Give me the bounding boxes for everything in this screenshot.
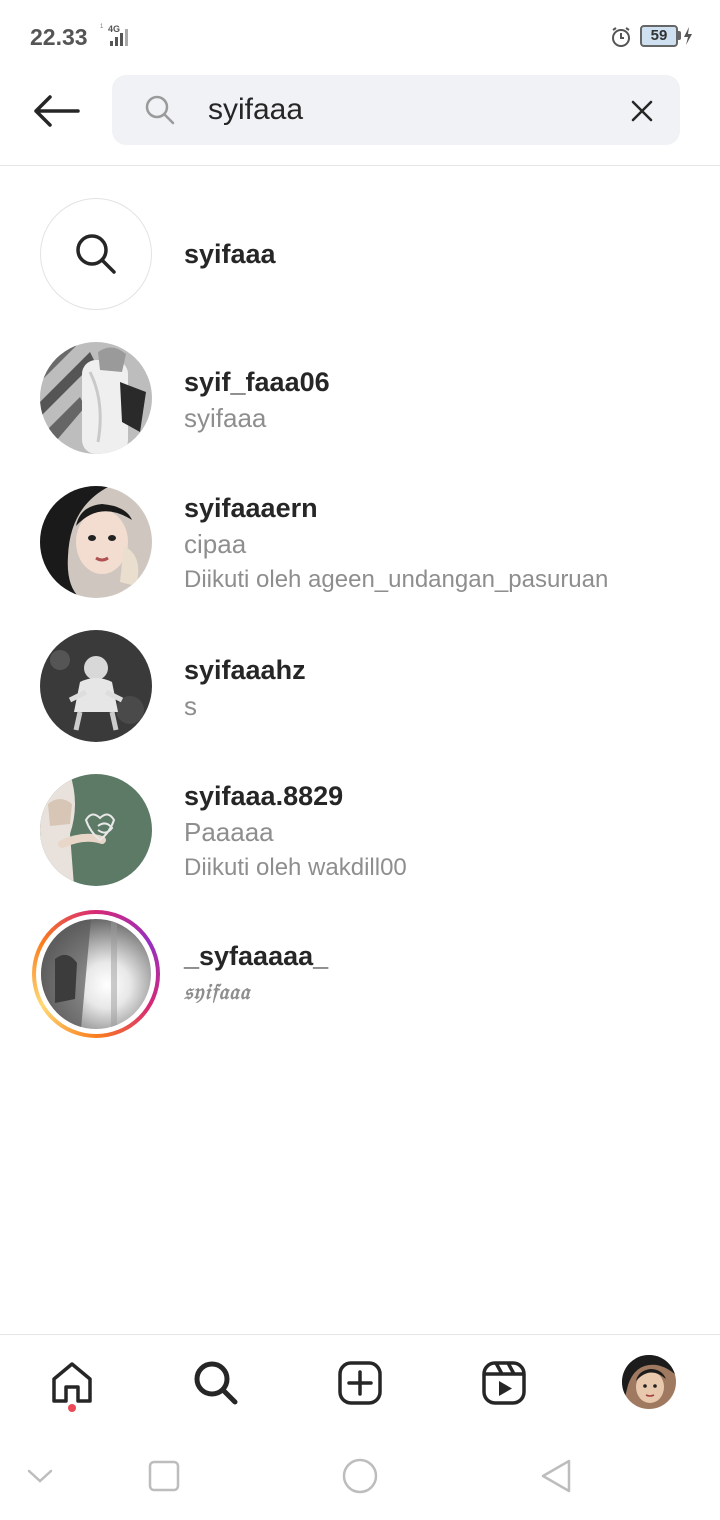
avatar [40,486,152,598]
chevron-down-icon [27,1469,53,1483]
keyword-result[interactable]: syifaaa [0,198,720,328]
account-result[interactable]: syifaaaern cipaa Diikuti oleh ageen_unda… [0,486,720,616]
home-icon [52,1362,92,1403]
search-icon [76,234,116,274]
network-indicator: 1 4G [100,24,136,48]
followed-by-text: Diikuti oleh ageen_undangan_pasuruan [184,566,609,593]
battery-tip [678,31,681,40]
result-name: syifaaa [184,239,276,269]
reels-icon [482,1361,526,1405]
recents-button[interactable] [140,1454,188,1498]
square-icon [148,1460,180,1492]
circle-icon [342,1458,378,1494]
account-result[interactable]: syifaaa.8829 Paaaaa Diikuti oleh wakdill… [0,774,720,904]
nav-create[interactable] [330,1353,390,1413]
search-icon [145,95,175,125]
avatar [40,630,152,742]
bottom-navigation [0,1334,720,1432]
search-icon [194,1361,238,1405]
back-button[interactable] [26,86,86,136]
notification-dot [68,1404,76,1412]
result-name: syif_faaa06 [184,367,330,397]
result-name: syifaaa.8829 [184,781,344,811]
account-result[interactable]: syif_faaa06 syifaaa [0,342,720,472]
sim-indicator: 1 [100,24,104,30]
followed-by-text: Diikuti oleh wakdill00 [184,854,407,881]
account-result[interactable]: syifaaahz s [0,630,720,760]
system-navigation-bar [0,1432,720,1520]
arrow-left-icon [34,95,80,127]
search-bar[interactable] [112,75,680,145]
avatar [40,342,152,454]
create-icon [338,1361,382,1405]
close-icon [631,100,653,122]
nav-profile-avatar[interactable] [622,1355,676,1409]
result-name: syifaaahz [184,655,306,685]
nav-reels[interactable] [474,1353,534,1413]
avatar [41,919,151,1029]
story-ring[interactable] [32,910,160,1038]
avatar [40,774,152,886]
nav-search[interactable] [186,1353,246,1413]
result-subtitle: 𝔰𝔶𝔦𝔣𝔞𝔞𝔞 [184,979,251,1005]
status-bar: 22.33 1 4G 59 [0,0,720,72]
result-subtitle: Paaaaa [184,817,274,847]
result-name: _syfaaaaa_ [184,941,329,971]
keyword-avatar [40,198,152,310]
result-subtitle: s [184,691,197,721]
signal-icon [110,29,132,46]
status-time: 22.33 [30,24,88,50]
battery-indicator: 59 [640,25,678,47]
charging-icon [684,27,692,45]
home-system-button[interactable] [336,1454,384,1498]
alarm-icon [612,27,630,47]
clear-search-button[interactable] [626,95,658,127]
back-system-button[interactable] [532,1454,580,1498]
triangle-back-icon [541,1459,571,1493]
result-subtitle: cipaa [184,529,247,559]
account-result-with-story[interactable]: _syfaaaaa_ 𝔰𝔶𝔦𝔣𝔞𝔞𝔞 [0,910,720,1040]
hide-nav-button[interactable] [16,1454,64,1498]
result-subtitle: syifaaa [184,403,267,433]
result-name: syifaaaern [184,493,318,523]
header-divider [0,165,720,166]
search-input[interactable] [208,89,588,131]
